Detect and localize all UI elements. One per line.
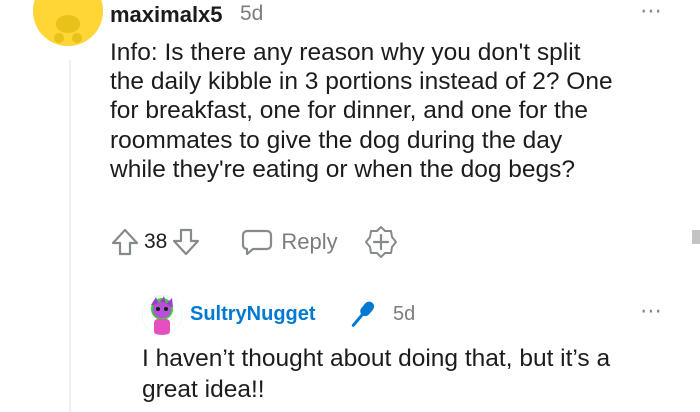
more-options-icon[interactable]: ⋯ [640,0,663,22]
arrow-down-icon[interactable] [171,227,201,257]
reply-avatar[interactable] [142,295,182,335]
reply-body: I haven’t thought about doing that, but … [142,345,611,403]
vote-count: 38 [144,230,168,253]
avatar[interactable] [33,0,103,46]
speech-bubble-icon [242,229,273,256]
reply-timestamp[interactable]: 5d [393,303,415,326]
scrollbar-thumb[interactable] [692,230,700,244]
arrow-up-icon[interactable] [110,227,140,257]
reply-button[interactable]: Reply [241,228,338,256]
snoo-avatar-icon [33,0,103,46]
comment-timestamp[interactable]: 5d [240,2,263,26]
reply-author[interactable]: SultryNugget [190,303,316,326]
more-options-icon[interactable]: ⋯ [640,300,663,322]
microphone-icon [344,297,380,338]
comment-body: Info: Is there any reason why you don't … [110,39,613,183]
thread-line[interactable] [69,60,71,412]
comment-author[interactable]: maximalx5 [110,2,223,28]
comment-action-bar: 38 Reply [110,224,398,260]
award-plus-icon[interactable] [364,225,398,259]
snoo-avatar-icon [142,295,182,335]
reply-label: Reply [281,229,338,254]
